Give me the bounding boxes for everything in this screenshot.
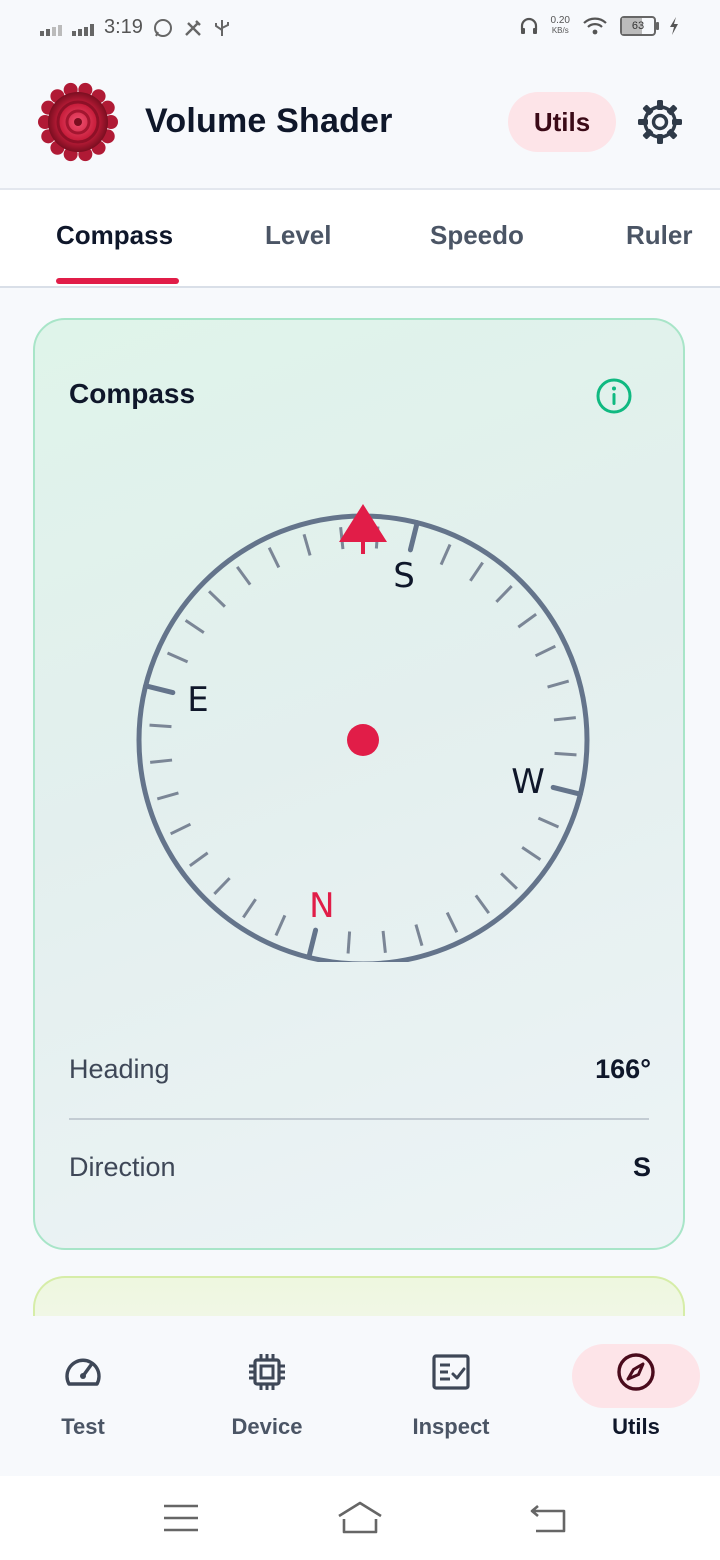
dial-tick (521, 846, 542, 861)
dial-tick (236, 565, 252, 586)
nav-item-inspect[interactable]: Inspect (376, 1338, 526, 1458)
dial-tick (534, 644, 556, 658)
dial-tick (188, 851, 209, 867)
dial-tick (554, 751, 577, 757)
dial-label-west: W (511, 762, 545, 802)
dial-tick (274, 914, 287, 937)
compass-icon (617, 1353, 655, 1391)
nav-label-inspect: Inspect (412, 1414, 490, 1439)
status-right: 0.20 KB/s 63 (519, 16, 680, 36)
dial-label-north: N (309, 886, 334, 926)
heading-value: 166° (595, 1054, 651, 1084)
dial-tick (469, 561, 484, 582)
dial-tick (302, 533, 312, 556)
dial-label-east: E (187, 680, 208, 720)
system-nav-bar (0, 1476, 720, 1560)
net-speed-unit: KB/s (551, 26, 569, 35)
chip-icon (249, 1354, 285, 1390)
whatsapp-icon (153, 18, 172, 37)
tab-bar: Compass Level Speedo Ruler (0, 190, 720, 288)
status-left: 3:19 (40, 16, 231, 39)
checklist-icon (432, 1354, 470, 1390)
heading-pointer-stem (361, 538, 365, 554)
dial-tick (267, 547, 281, 569)
dial-tick (500, 872, 518, 890)
dial-label-south: S (393, 556, 415, 596)
dial-tick (495, 585, 513, 603)
tools-icon (185, 19, 201, 36)
tab-compass[interactable]: Compass (56, 220, 173, 251)
dial-tick (537, 816, 560, 829)
west-hand (143, 683, 176, 696)
compass-dial: N S E W (136, 504, 590, 962)
dial-tick (170, 822, 192, 836)
tab-level[interactable]: Level (265, 220, 332, 251)
battery-level: 63 (631, 20, 645, 32)
dial-tick (553, 716, 576, 722)
utils-chip[interactable]: Utils (508, 92, 616, 152)
usb-icon (214, 19, 229, 36)
card-divider (69, 1118, 649, 1120)
nav-label-test: Test (61, 1414, 105, 1439)
status-bar: 3:19 0.20 KB/s 63 (0, 0, 720, 58)
heading-label: Heading (69, 1054, 170, 1084)
dial-tick (208, 590, 226, 608)
dial-tick (381, 930, 387, 953)
east-hand (550, 784, 583, 797)
north-hand (306, 927, 319, 960)
dial-tick (213, 877, 231, 895)
nav-item-device[interactable]: Device (192, 1338, 342, 1458)
nav-item-test[interactable]: Test (8, 1338, 158, 1458)
app-logo-icon (38, 82, 118, 162)
dial-tick (439, 543, 452, 566)
menu-icon[interactable] (157, 1498, 205, 1538)
dial-tick (149, 723, 172, 729)
net-speed: 0.20 KB/s (551, 16, 570, 36)
dial-tick (184, 619, 205, 634)
tab-speedo[interactable]: Speedo (430, 220, 524, 251)
nav-label-utils: Utils (612, 1414, 660, 1439)
info-icon[interactable] (594, 376, 634, 416)
dial-tick (150, 758, 173, 764)
net-speed-value: 0.20 (550, 15, 570, 26)
dial-tick (346, 931, 352, 954)
speedometer-icon (65, 1358, 101, 1386)
home-icon[interactable] (336, 1498, 384, 1538)
app-title: Volume Shader (145, 102, 393, 140)
compass-card: Compass N S E W Heading 166° Direction S (33, 318, 685, 1250)
back-icon[interactable] (526, 1498, 574, 1538)
active-tab-indicator (56, 278, 179, 284)
charging-icon (670, 17, 678, 35)
nav-item-utils[interactable]: Utils (561, 1338, 711, 1458)
nav-label-device: Device (231, 1414, 303, 1439)
status-time: 3:19 (104, 16, 143, 38)
bottom-nav: Test Device Inspect Utils (0, 1316, 720, 1476)
dial-tick (414, 924, 424, 947)
compass-center-dot (347, 724, 379, 756)
south-hand (407, 520, 420, 553)
settings-gear-icon[interactable] (636, 98, 684, 146)
dial-tick (547, 679, 570, 689)
wifi-icon (583, 17, 607, 35)
dial-tick (474, 894, 490, 915)
dial-tick (445, 911, 459, 933)
battery-icon: 63 (620, 16, 659, 36)
tab-ruler[interactable]: Ruler (626, 220, 692, 251)
heading-pointer-icon (339, 504, 387, 542)
compass-card-title: Compass (69, 378, 196, 409)
app-header: Volume Shader Utils (0, 58, 720, 190)
dial-tick (166, 651, 189, 664)
dial-tick (242, 898, 257, 919)
dial-tick (517, 613, 538, 629)
direction-label: Direction (69, 1152, 176, 1182)
headphones-icon (520, 17, 537, 34)
dial-tick (156, 791, 179, 801)
signal-1-icon (40, 20, 62, 36)
direction-value: S (632, 1152, 651, 1182)
signal-2-icon (72, 20, 94, 36)
